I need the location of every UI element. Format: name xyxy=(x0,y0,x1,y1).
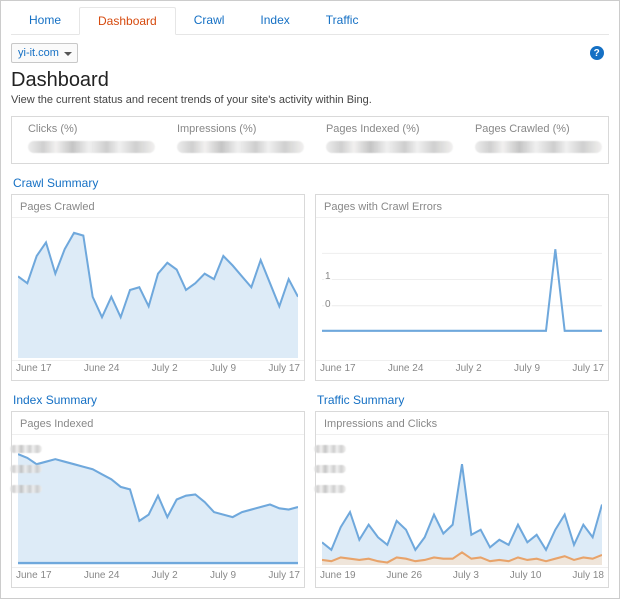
metric-impressions: Impressions (%) xyxy=(167,123,304,153)
metric-label: Pages Crawled (%) xyxy=(475,123,602,135)
page-title: Dashboard xyxy=(11,69,609,92)
chart-xaxis: June 17 June 24 July 2 July 9 July 17 xyxy=(12,567,304,587)
page-subtitle: View the current status and recent trend… xyxy=(11,94,609,106)
nav-tabs: Home Dashboard Crawl Index Traffic xyxy=(11,1,609,35)
metric-label: Clicks (%) xyxy=(28,123,155,135)
section-title-index[interactable]: Index Summary xyxy=(13,393,305,407)
help-icon[interactable]: ? xyxy=(590,46,604,60)
yaxis-redacted xyxy=(10,445,42,505)
metric-pages-indexed: Pages Indexed (%) xyxy=(316,123,453,153)
chart-body xyxy=(316,435,608,565)
yaxis-redacted xyxy=(314,445,346,505)
chart-header: Pages Crawled xyxy=(12,195,304,218)
section-title-crawl[interactable]: Crawl Summary xyxy=(13,176,609,190)
tab-dashboard[interactable]: Dashboard xyxy=(79,7,176,35)
chart-body: 0 1 xyxy=(316,218,608,358)
tab-crawl[interactable]: Crawl xyxy=(176,7,243,34)
metric-value-redacted xyxy=(326,141,453,153)
tab-traffic[interactable]: Traffic xyxy=(308,7,377,34)
chart-xaxis: June 17 June 24 July 2 July 9 July 17 xyxy=(316,360,608,380)
chart-body xyxy=(12,435,304,565)
chart-body xyxy=(12,218,304,358)
chart-svg xyxy=(18,222,298,358)
site-selector-value: yi-it.com xyxy=(18,47,59,59)
section-title-traffic[interactable]: Traffic Summary xyxy=(317,393,609,407)
chart-header: Pages Indexed xyxy=(12,412,304,435)
metric-label: Impressions (%) xyxy=(177,123,304,135)
chart-impressions-clicks: Impressions and Clicks June 19 June 26 J… xyxy=(315,411,609,588)
metric-value-redacted xyxy=(177,141,304,153)
chart-header: Pages with Crawl Errors xyxy=(316,195,608,218)
chart-pages-crawled: Pages Crawled June 17 June 24 July 2 Jul… xyxy=(11,194,305,381)
chart-crawl-errors: Pages with Crawl Errors 0 1 June 17 June… xyxy=(315,194,609,381)
metric-value-redacted xyxy=(28,141,155,153)
tab-index[interactable]: Index xyxy=(242,7,307,34)
metrics-box: Clicks (%) Impressions (%) Pages Indexed… xyxy=(11,116,609,164)
site-selector[interactable]: yi-it.com xyxy=(11,43,78,63)
metric-clicks: Clicks (%) xyxy=(18,123,155,153)
metric-pages-crawled: Pages Crawled (%) xyxy=(465,123,602,153)
chart-svg xyxy=(18,439,298,565)
chart-xaxis: June 19 June 26 July 3 July 10 July 18 xyxy=(316,567,608,587)
lower-row: Pages Indexed June 17 June 24 July 2 Jul… xyxy=(11,411,609,588)
metric-label: Pages Indexed (%) xyxy=(326,123,453,135)
chart-pages-indexed: Pages Indexed June 17 June 24 July 2 Jul… xyxy=(11,411,305,588)
chart-xaxis: June 17 June 24 July 2 July 9 July 17 xyxy=(12,360,304,380)
tab-home[interactable]: Home xyxy=(11,7,79,34)
crawl-row: Pages Crawled June 17 June 24 July 2 Jul… xyxy=(11,194,609,381)
chart-header: Impressions and Clicks xyxy=(316,412,608,435)
metric-value-redacted xyxy=(475,141,602,153)
chart-svg xyxy=(322,439,602,565)
lower-titles: Index Summary Traffic Summary xyxy=(11,381,609,411)
site-row: yi-it.com ? xyxy=(11,43,609,63)
chart-svg xyxy=(322,222,602,358)
